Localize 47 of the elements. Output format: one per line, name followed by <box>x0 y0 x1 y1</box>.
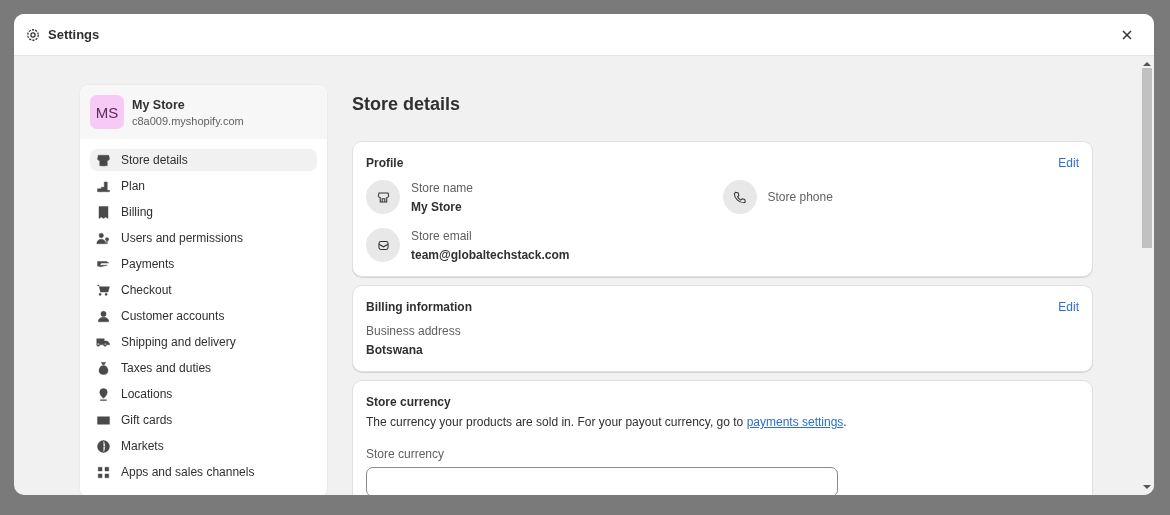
edit-link[interactable]: Edit <box>1058 300 1079 314</box>
store-icon <box>366 180 400 214</box>
sidebar-item[interactable]: Store details <box>90 149 317 171</box>
store-icon <box>96 152 111 168</box>
bag-icon <box>96 360 111 376</box>
apps-icon <box>96 464 111 480</box>
field-label: Store currency <box>366 447 446 461</box>
envelope-icon <box>366 228 400 262</box>
globe-icon <box>96 438 111 454</box>
window-title: Settings <box>48 27 100 42</box>
close-icon[interactable] <box>1122 29 1132 40</box>
store-avatar: MS <box>90 95 124 129</box>
sidebar-item[interactable]: Gift cards <box>90 409 317 431</box>
field-value: My Store <box>411 199 463 214</box>
field-label: Store email <box>411 228 473 243</box>
sidebar-item[interactable]: Taxes and duties <box>90 357 317 379</box>
field-label: Business address <box>366 324 462 338</box>
sidebar-item[interactable]: Payments <box>90 253 317 275</box>
user-key-icon <box>96 230 111 246</box>
field-value: team@globaltechstack.com <box>411 247 570 262</box>
sidebar-item[interactable]: Shipping and delivery <box>90 331 317 353</box>
sidebar-item[interactable]: Apps and sales channels <box>90 461 317 483</box>
sidebar-item[interactable]: Checkout <box>90 279 317 301</box>
sidebar-item[interactable]: Locations <box>90 383 317 405</box>
chart-icon <box>96 178 111 194</box>
description-text: The currency your products are sold in. For your payout currency, go to payments settings. <box>366 415 848 429</box>
card-title: Profile <box>366 156 404 170</box>
settings-icon <box>26 27 40 42</box>
receipt-icon <box>96 204 111 220</box>
cart-icon <box>96 282 111 298</box>
sidebar-item[interactable]: Markets <box>90 435 317 457</box>
store-name: My Store <box>132 97 186 112</box>
card-title: Store currency <box>366 395 452 409</box>
field-label: Store phone <box>767 190 833 204</box>
edit-link[interactable]: Edit <box>1058 156 1079 170</box>
field-label: Store name <box>411 180 474 195</box>
field-value: Botswana <box>366 343 424 357</box>
card-title: Billing information <box>366 300 472 314</box>
sidebar-item[interactable]: Customer accounts <box>90 305 317 327</box>
phone-icon <box>722 180 757 214</box>
store-domain: c8a009.myshopify.com <box>132 114 244 127</box>
sidebar-item[interactable]: Plan <box>90 175 317 197</box>
person-icon <box>96 308 111 324</box>
page-title: Store details <box>352 94 462 115</box>
pin-icon <box>96 386 111 402</box>
sidebar-item[interactable]: Users and permissions <box>90 227 317 249</box>
sidebar-item[interactable]: Billing <box>90 201 317 223</box>
